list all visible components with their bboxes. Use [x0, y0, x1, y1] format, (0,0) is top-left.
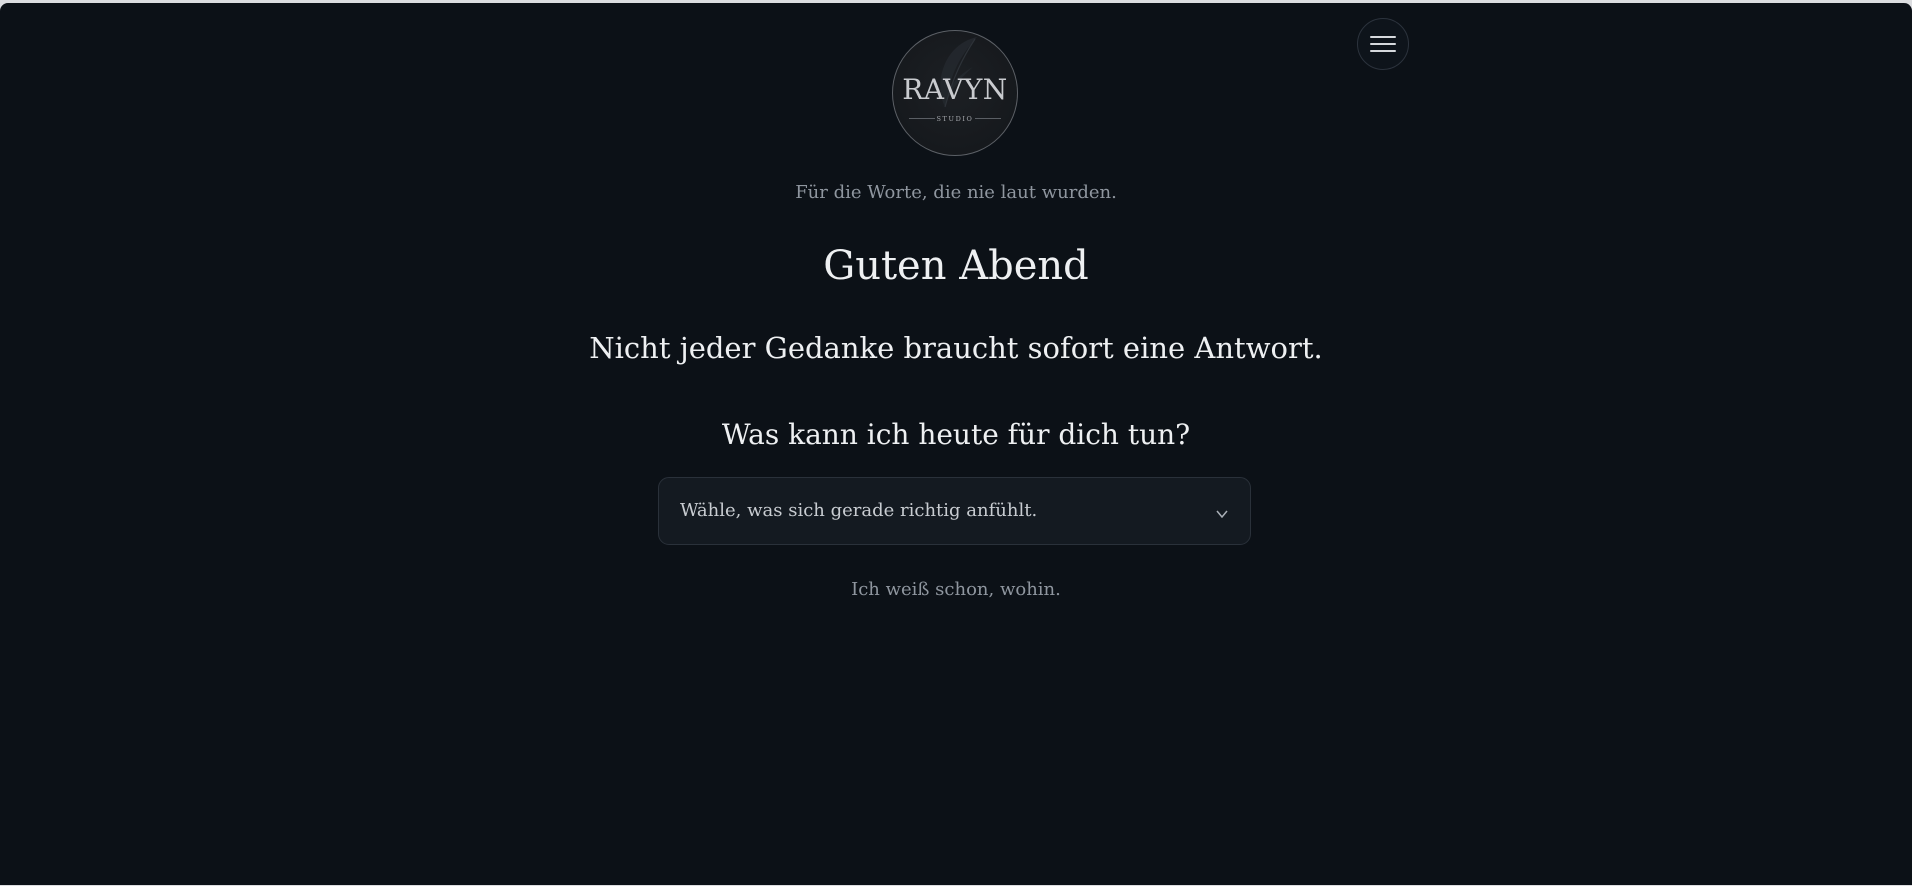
tagline: Für die Worte, die nie laut wurden.	[795, 182, 1117, 203]
app-window: RAVYN STUDIO Für die Worte, die nie laut…	[0, 3, 1912, 885]
brand-divider-right	[975, 118, 1001, 119]
direct-navigation-link[interactable]: Ich weiß schon, wohin.	[851, 579, 1061, 600]
chevron-down-icon	[1216, 510, 1228, 518]
question-heading: Was kann ich heute für dich tun?	[721, 418, 1191, 451]
intent-select-value: Wähle, was sich gerade richtig anfühlt.	[680, 500, 1038, 521]
hamburger-menu-icon	[1370, 36, 1396, 52]
intent-select[interactable]: Wähle, was sich gerade richtig anfühlt.	[658, 477, 1251, 545]
brand-name: RAVYN	[902, 73, 1008, 106]
page-title: Guten Abend	[823, 243, 1089, 289]
subheading: Nicht jeder Gedanke braucht sofort eine …	[589, 331, 1323, 365]
brand-subtitle: STUDIO	[936, 115, 974, 123]
menu-button[interactable]	[1357, 18, 1409, 70]
brand-logo[interactable]: RAVYN STUDIO	[892, 30, 1018, 156]
direct-navigation-link-row: Ich weiß schon, wohin.	[0, 579, 1912, 600]
